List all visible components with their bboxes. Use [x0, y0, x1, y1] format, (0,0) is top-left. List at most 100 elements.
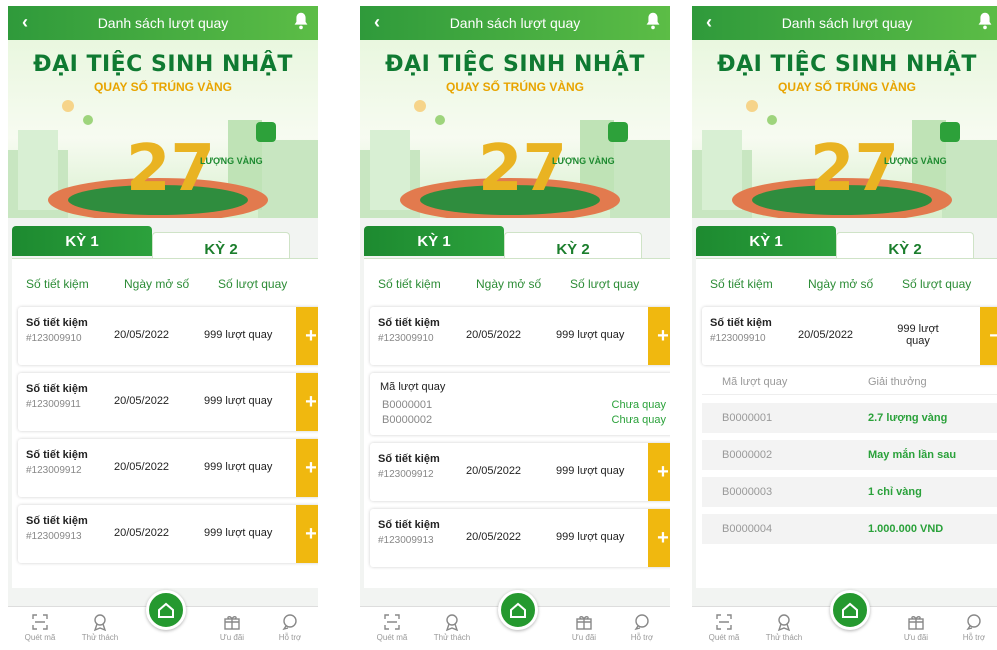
row-account: #123009912 — [26, 465, 82, 476]
col-spins: Số lượt quay — [218, 277, 288, 291]
nav-label: Hỗ trợ — [962, 633, 986, 642]
medal-icon — [777, 614, 791, 631]
banner-big-number: 27 — [478, 132, 567, 206]
nav-support[interactable]: Hỗ trợ — [948, 611, 997, 642]
expand-button[interactable]: + — [648, 509, 670, 567]
nav-scan[interactable]: Quét mã — [698, 611, 750, 642]
expand-button[interactable]: + — [296, 439, 318, 497]
bell-icon[interactable] — [974, 10, 996, 32]
column-headers: Số tiết kiệm Ngày mở số Số lượt quay — [26, 277, 318, 291]
prize-code: B0000001 — [722, 412, 773, 424]
prize-code: B0000004 — [722, 523, 773, 535]
screen-prize-history: ‹ Danh sách lượt quay ĐẠI TIỆC SINH NHẬT… — [692, 6, 997, 646]
row-account: #123009913 — [26, 531, 82, 542]
bell-icon[interactable] — [290, 10, 312, 32]
nav-offers[interactable]: Ưu đãi — [206, 611, 258, 642]
nav-label: Ưu đãi — [219, 633, 245, 642]
col-date: Ngày mở số — [124, 277, 190, 291]
nav-label: Quét mã — [708, 633, 740, 642]
col-account: Số tiết kiệm — [710, 277, 773, 291]
nav-label: Thử thách — [765, 633, 803, 642]
expand-button[interactable]: + — [296, 307, 318, 365]
prize-table-header: Mã lượt quay Giải thưởng — [702, 369, 997, 395]
spin-list-panel: Số tiết kiệm Ngày mở số Số lượt quay Số … — [12, 258, 318, 588]
banner-illustration: 27 LƯỢNG VÀNG — [692, 100, 997, 218]
row-spins: 999 lượt quay — [556, 531, 625, 543]
row-label: Số tiết kiệm — [378, 519, 440, 531]
home-icon — [842, 602, 858, 618]
home-button[interactable] — [830, 590, 870, 630]
expand-button[interactable]: + — [648, 307, 670, 365]
spin-status[interactable]: Chưa quay — [612, 414, 666, 426]
nav-support[interactable]: Hỗ trợ — [264, 611, 316, 642]
nav-label: Hỗ trợ — [278, 633, 302, 642]
prize-row: B0000001 2.7 lượng vàng — [702, 403, 997, 433]
medal-icon — [445, 614, 459, 631]
back-icon[interactable]: ‹ — [706, 12, 712, 33]
page-title: Danh sách lượt quay — [97, 15, 229, 31]
spin-list-panel: Số tiết kiệm Ngày mở số Số lượt quay Số … — [364, 258, 670, 588]
scan-icon — [384, 614, 400, 630]
table-row: Số tiết kiệm #123009912 20/05/2022 999 l… — [370, 443, 670, 501]
row-spins: 999 lượt quay — [204, 329, 273, 341]
table-row: Số tiết kiệm #123009912 20/05/2022 999 l… — [18, 439, 318, 497]
row-account: #123009910 — [378, 333, 434, 344]
nav-scan[interactable]: Quét mã — [366, 611, 418, 642]
col-account: Số tiết kiệm — [378, 277, 441, 291]
nav-offers[interactable]: Ưu đãi — [558, 611, 610, 642]
period-tabs: KỲ 1 KỲ 2 — [12, 226, 318, 266]
tab-ky-1[interactable]: KỲ 1 — [696, 226, 836, 256]
tab-ky-1[interactable]: KỲ 1 — [364, 226, 504, 256]
back-icon[interactable]: ‹ — [22, 12, 28, 33]
promo-banner: ĐẠI TIỆC SINH NHẬT QUAY SỐ TRÚNG VÀNG 27… — [360, 40, 670, 218]
row-label: Số tiết kiệm — [378, 317, 440, 329]
row-account: #123009913 — [378, 535, 434, 546]
expand-button[interactable]: + — [296, 505, 318, 563]
col-spins: Số lượt quay — [902, 277, 972, 291]
row-account: #123009911 — [26, 399, 81, 410]
spin-list-panel: Số tiết kiệm Ngày mở số Số lượt quay Số … — [696, 258, 997, 588]
collapse-button[interactable]: − — [980, 307, 997, 365]
promo-banner: ĐẠI TIỆC SINH NHẬT QUAY SỐ TRÚNG VÀNG 27… — [8, 40, 318, 218]
nav-label: Thử thách — [81, 633, 119, 642]
prize-value: 2.7 lượng vàng — [868, 412, 948, 424]
prize-row: B0000003 1 chỉ vàng — [702, 477, 997, 507]
col-account: Số tiết kiệm — [26, 277, 89, 291]
expand-button[interactable]: + — [648, 443, 670, 501]
scan-icon — [716, 614, 732, 630]
row-date: 20/05/2022 — [114, 395, 170, 407]
back-icon[interactable]: ‹ — [374, 12, 380, 33]
nav-offers[interactable]: Ưu đãi — [890, 611, 942, 642]
prize-row: B0000004 1.000.000 VND — [702, 514, 997, 544]
tab-ky-1[interactable]: KỲ 1 — [12, 226, 152, 256]
column-headers: Số tiết kiệm Ngày mở số Số lượt quay — [378, 277, 670, 291]
expand-button[interactable]: + — [296, 373, 318, 431]
row-date: 20/05/2022 — [466, 329, 522, 341]
spin-code: B0000001 — [382, 399, 433, 411]
home-button[interactable] — [498, 590, 538, 630]
nav-support[interactable]: Hỗ trợ — [616, 611, 668, 642]
table-row: Số tiết kiệm #123009911 20/05/2022 999 l… — [18, 373, 318, 431]
col-spins: Số lượt quay — [570, 277, 640, 291]
row-spins: 999 lượt quay — [556, 329, 625, 341]
spin-codes-box: Mã lượt quay B0000001 Chưa quay B0000002… — [370, 373, 670, 435]
nav-challenge[interactable]: Thử thách — [758, 611, 810, 642]
home-button[interactable] — [146, 590, 186, 630]
nav-challenge[interactable]: Thử thách — [426, 611, 478, 642]
nav-scan[interactable]: Quét mã — [14, 611, 66, 642]
period-tabs: KỲ 1 KỲ 2 — [364, 226, 670, 266]
nav-label: Thử thách — [433, 633, 471, 642]
promo-banner: ĐẠI TIỆC SINH NHẬT QUAY SỐ TRÚNG VÀNG 27… — [692, 40, 997, 218]
bell-icon[interactable] — [642, 10, 664, 32]
header-bar: ‹ Danh sách lượt quay — [8, 6, 318, 40]
nav-label: Ưu đãi — [903, 633, 929, 642]
header-bar: ‹ Danh sách lượt quay — [360, 6, 670, 40]
spin-codes-title: Mã lượt quay — [380, 381, 446, 393]
row-label: Số tiết kiệm — [26, 383, 88, 395]
prize-code: B0000002 — [722, 449, 773, 461]
table-row: Số tiết kiệm #123009913 20/05/2022 999 l… — [370, 509, 670, 567]
prize-row: B0000002 May mắn lần sau — [702, 440, 997, 470]
nav-challenge[interactable]: Thử thách — [74, 611, 126, 642]
spin-status[interactable]: Chưa quay — [612, 399, 666, 411]
col-date: Ngày mở số — [808, 277, 874, 291]
